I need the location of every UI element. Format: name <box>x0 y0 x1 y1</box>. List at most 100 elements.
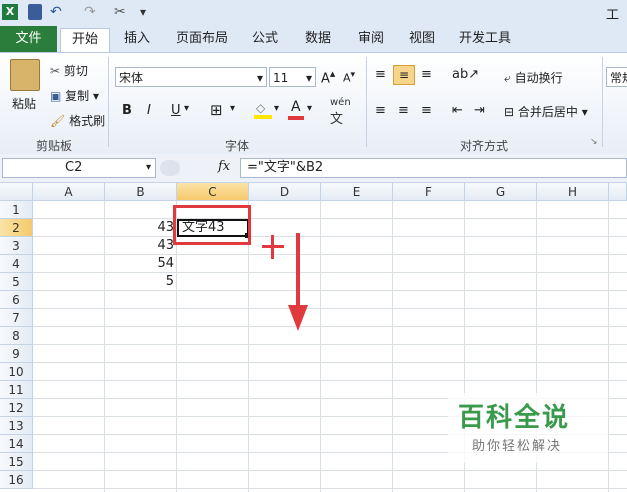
watermark: 百科全说 助你轻松解决 <box>448 393 608 463</box>
column-header-partial[interactable] <box>609 183 627 201</box>
row-header-2[interactable]: 2 <box>0 219 33 237</box>
chevron-down-icon[interactable]: ▾ <box>184 103 189 114</box>
chevron-down-icon[interactable]: ▾ <box>307 103 312 114</box>
merge-center-label: 合并后居中 <box>517 105 578 119</box>
tab-page-layout[interactable]: 页面布局 <box>175 28 229 50</box>
merge-center-button[interactable]: ⊟ 合并后居中 ▾ <box>504 103 588 120</box>
chevron-down-icon[interactable]: ▾ <box>230 103 235 114</box>
format-painter-button[interactable]: 🖌 格式刷 <box>50 112 105 129</box>
select-all-corner[interactable] <box>0 183 33 201</box>
italic-button[interactable]: I <box>147 103 151 118</box>
tools-icon[interactable]: ✂ <box>114 4 130 20</box>
cell-b5[interactable]: 5 <box>105 273 177 291</box>
formula-bar: C2 ▾ fx ="文字"&B2 <box>0 154 627 183</box>
font-name-select[interactable]: 宋体 ▾ <box>115 67 267 87</box>
row-header-14[interactable]: 14 <box>0 435 33 453</box>
chevron-down-icon: ▾ <box>305 71 312 85</box>
align-top-icon[interactable]: ≡ <box>375 67 386 82</box>
align-right-icon[interactable]: ≡ <box>421 103 432 118</box>
border-icon[interactable]: ⊞ <box>210 101 223 119</box>
align-left-icon[interactable]: ≡ <box>375 103 386 118</box>
orientation-icon[interactable]: ab↗ <box>452 67 479 82</box>
gridline <box>608 201 609 492</box>
column-header-f[interactable]: F <box>393 183 465 201</box>
tab-data[interactable]: 数据 <box>303 28 333 50</box>
dialog-launcher-icon[interactable]: ↘ <box>590 137 598 147</box>
formula-input[interactable]: ="文字"&B2 <box>240 158 627 178</box>
tab-file[interactable]: 文件 <box>0 26 57 52</box>
decrease-font-icon[interactable]: A▾ <box>343 69 355 85</box>
cell-b4[interactable]: 54 <box>105 255 177 273</box>
worksheet-grid[interactable]: A B C D E F G H 1 2 3 4 5 6 7 8 9 10 11 … <box>0 183 627 492</box>
tab-home[interactable]: 开始 <box>60 28 110 53</box>
tab-view[interactable]: 视图 <box>407 28 437 50</box>
customize-qat-icon[interactable]: ▾ <box>140 4 150 20</box>
gridline <box>33 362 627 363</box>
font-name-value: 宋体 <box>119 71 144 85</box>
row-header-3[interactable]: 3 <box>0 237 33 255</box>
copy-icon: ▣ <box>50 89 62 103</box>
highlight-box <box>173 205 251 245</box>
down-arrow-icon <box>288 233 308 331</box>
column-header-d[interactable]: D <box>249 183 321 201</box>
tab-developer[interactable]: 开发工具 <box>458 28 512 50</box>
column-header-g[interactable]: G <box>465 183 537 201</box>
chevron-down-icon[interactable]: ▾ <box>274 103 279 114</box>
tab-insert[interactable]: 插入 <box>122 28 152 50</box>
row-header-9[interactable]: 9 <box>0 345 33 363</box>
row-header-12[interactable]: 12 <box>0 399 33 417</box>
tab-review[interactable]: 审阅 <box>356 28 386 50</box>
row-header-15[interactable]: 15 <box>0 453 33 471</box>
row-header-1[interactable]: 1 <box>0 201 33 219</box>
row-header-11[interactable]: 11 <box>0 381 33 399</box>
fill-color-icon[interactable]: ◇ <box>254 101 272 119</box>
cut-button[interactable]: ✂ 剪切 <box>50 62 88 79</box>
gridline <box>33 470 627 471</box>
gridline <box>33 380 627 381</box>
insert-function-icon[interactable]: fx <box>218 159 230 174</box>
cell-b2[interactable]: 43 <box>105 219 177 237</box>
font-size-value: 11 <box>273 71 289 85</box>
paste-button[interactable]: 粘贴 <box>12 95 36 112</box>
paste-icon[interactable] <box>10 59 40 91</box>
wrap-text-button[interactable]: ⤶ 自动换行 <box>504 69 563 86</box>
number-format-select[interactable]: 常规 <box>606 67 627 87</box>
undo-icon[interactable]: ↶ <box>50 4 64 20</box>
tab-formulas[interactable]: 公式 <box>250 28 280 50</box>
row-header-16[interactable]: 16 <box>0 471 33 489</box>
increase-font-icon[interactable]: A▴ <box>321 67 335 86</box>
bold-button[interactable]: B <box>122 103 132 118</box>
formula-bar-expander-icon[interactable] <box>160 160 180 176</box>
copy-button[interactable]: ▣ 复制 ▾ <box>50 87 99 104</box>
increase-indent-icon[interactable]: ⇥ <box>474 103 485 118</box>
name-box[interactable]: C2 ▾ <box>2 158 156 178</box>
row-header-7[interactable]: 7 <box>0 309 33 327</box>
row-header-6[interactable]: 6 <box>0 291 33 309</box>
column-header-b[interactable]: B <box>105 183 177 201</box>
column-header-e[interactable]: E <box>321 183 393 201</box>
decrease-indent-icon[interactable]: ⇤ <box>452 103 463 118</box>
underline-button[interactable]: U <box>171 103 181 118</box>
cell-b3[interactable]: 43 <box>105 237 177 255</box>
chevron-down-icon: ▾ <box>256 71 263 85</box>
divider <box>602 57 603 147</box>
row-header-4[interactable]: 4 <box>0 255 33 273</box>
row-header-13[interactable]: 13 <box>0 417 33 435</box>
divider <box>108 57 109 147</box>
column-header-c[interactable]: C <box>177 183 249 201</box>
column-header-a[interactable]: A <box>33 183 105 201</box>
save-icon[interactable] <box>28 4 42 20</box>
row-header-5[interactable]: 5 <box>0 273 33 291</box>
wrap-text-icon: ⤶ <box>504 71 511 85</box>
align-bottom-icon[interactable]: ≡ <box>421 67 432 82</box>
align-middle-icon[interactable]: ≡ <box>393 65 415 85</box>
row-header-8[interactable]: 8 <box>0 327 33 345</box>
font-color-icon[interactable]: A <box>288 99 304 120</box>
alignment-group-label: 对齐方式 <box>459 139 508 153</box>
font-size-select[interactable]: 11 ▾ <box>269 67 316 87</box>
align-center-icon[interactable]: ≡ <box>398 103 409 118</box>
row-header-10[interactable]: 10 <box>0 363 33 381</box>
column-header-h[interactable]: H <box>537 183 609 201</box>
phonetic-button[interactable]: wén 文 <box>330 97 351 127</box>
redo-icon[interactable]: ↷ <box>84 4 98 20</box>
